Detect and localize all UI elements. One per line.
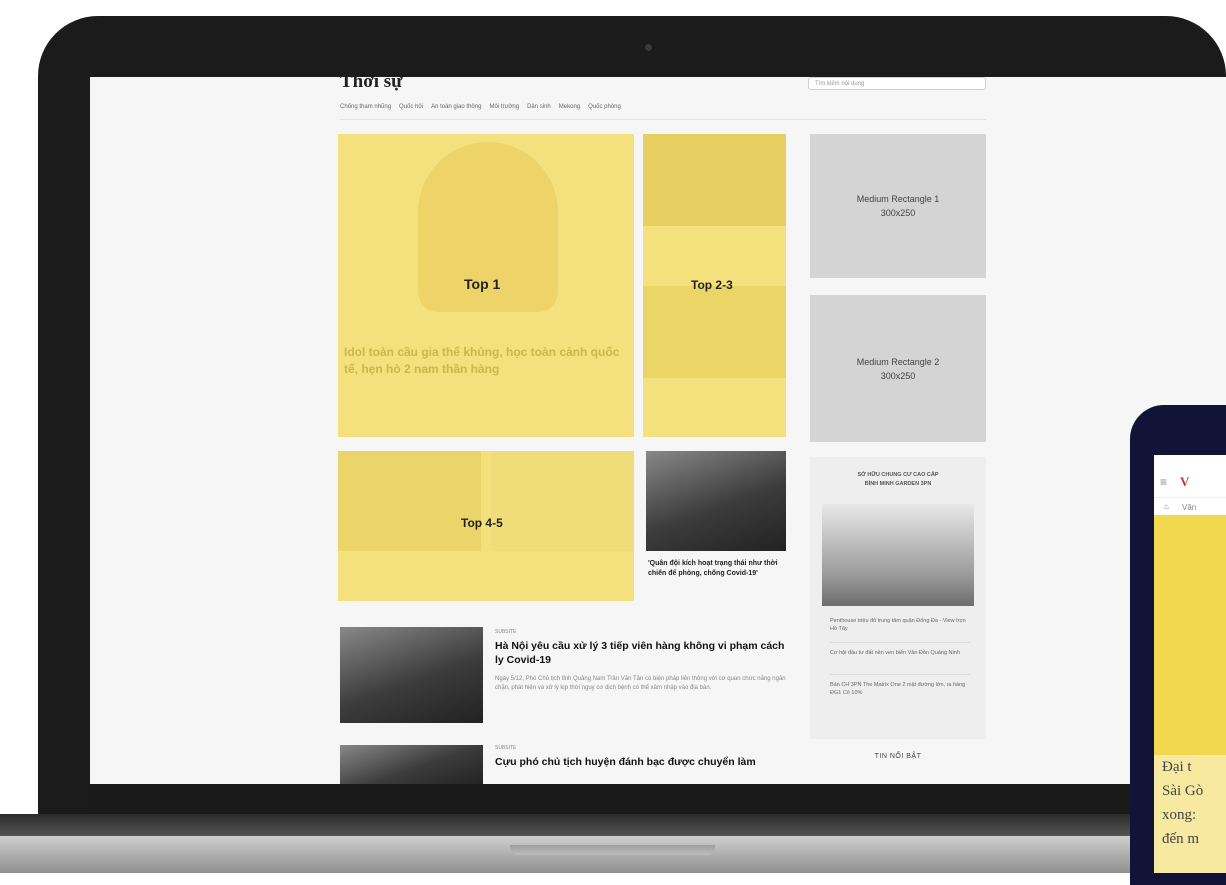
medium-rectangle-1-ad[interactable]: Medium Rectangle 1 300x250: [810, 134, 986, 278]
top45-label: Top 4-5: [461, 516, 503, 530]
top23-label: Top 2-3: [691, 278, 733, 292]
subnav-item[interactable]: Mekong: [559, 104, 580, 110]
medium-rectangle-2-ad[interactable]: Medium Rectangle 2 300x250: [810, 295, 986, 442]
ad-size: 300x250: [880, 370, 916, 381]
ad-link[interactable]: Cơ hội đầu tư đất nền ven biển Vân Đồn Q…: [830, 649, 970, 657]
feature-card-title[interactable]: 'Quân đội kích hoạt trạng thái như thời …: [648, 559, 788, 579]
laptop-hinge: [0, 814, 1226, 836]
top3-image: [643, 286, 786, 378]
ad-title-line: BÌNH MINH GARDEN 3PN: [864, 481, 932, 487]
phone-headline[interactable]: Đại t Sài Gò xong: đến m: [1154, 755, 1226, 873]
phone-screen: ≡ V ⌂ Văn Đại t Sài Gò xong: đến m: [1154, 455, 1226, 873]
ad-link[interactable]: Bán CH 3PN The Matrix One 2 mặt đường lớ…: [830, 681, 970, 697]
top1-label: Top 1: [464, 276, 501, 292]
phone-top-slot[interactable]: [1154, 515, 1226, 755]
home-icon[interactable]: ⌂: [1164, 502, 1169, 511]
news-category: SUBSITE: [495, 745, 517, 751]
top5-image: [491, 451, 634, 551]
subnav-item[interactable]: Môi trường: [489, 104, 519, 110]
hamburger-menu-icon[interactable]: ≡: [1160, 475, 1167, 489]
breadcrumb-label[interactable]: Văn: [1182, 503, 1196, 512]
real-estate-ad-panel[interactable]: SỞ HỮU CHUNG CƯ CAO CẤP BÌNH MINH GARDEN…: [810, 457, 986, 739]
webcam-icon: [645, 44, 652, 51]
news-image: [340, 745, 483, 784]
headline-line: Đại t: [1162, 759, 1192, 775]
ad-label: Medium Rectangle 2: [856, 356, 940, 367]
ad-title-line: SỞ HỮU CHUNG CƯ CAO CẤP: [857, 472, 939, 478]
top45-slot[interactable]: Top 4-5: [338, 451, 634, 601]
divider: [830, 642, 970, 643]
ad-size: 300x250: [880, 208, 916, 218]
search-input[interactable]: Tìm kiếm nội dung: [808, 77, 986, 90]
trending-heading: TIN NỔI BẬT: [874, 753, 922, 760]
headline-line: xong:: [1162, 807, 1197, 823]
category-subnav: Chống tham nhũng Quốc hội An toàn giao t…: [340, 104, 621, 110]
page-title: Thời sự: [340, 77, 403, 92]
ad-panel-title: SỞ HỮU CHUNG CƯ CAO CẤP BÌNH MINH GARDEN…: [810, 471, 986, 489]
headline-line: Sài Gò: [1162, 783, 1204, 799]
breadcrumb: ⌂ Văn: [1154, 497, 1226, 516]
subnav-item[interactable]: Quốc hội: [399, 104, 423, 110]
brand-logo[interactable]: V: [1180, 474, 1189, 490]
ad-link[interactable]: Penthouse triệu đô trung tâm quận Đống Đ…: [830, 617, 970, 633]
news-category: SUBSITE: [495, 629, 517, 635]
news-title[interactable]: Cựu phó chủ tịch huyện đánh bạc được chu…: [495, 755, 805, 769]
subnav-item[interactable]: An toàn giao thông: [431, 104, 481, 110]
top23-slot[interactable]: Top 2-3: [643, 134, 786, 437]
subnav-item[interactable]: Dân sinh: [527, 104, 551, 110]
divider: [340, 119, 986, 120]
headline-line: đến m: [1162, 831, 1200, 847]
screen-bezel: [90, 784, 1226, 814]
top4-image: [338, 451, 481, 551]
subnav-item[interactable]: Quốc phòng: [588, 104, 621, 110]
news-title[interactable]: Hà Nội yêu cầu xử lý 3 tiếp viên hàng kh…: [495, 639, 795, 667]
news-image: [340, 627, 483, 723]
ad-building-image: [822, 504, 974, 606]
subnav-item[interactable]: Chống tham nhũng: [340, 104, 391, 110]
feature-card-image[interactable]: [646, 451, 786, 551]
ad-label: Medium Rectangle 1: [856, 194, 940, 204]
divider: [830, 674, 970, 675]
laptop-notch: [510, 845, 715, 855]
top2-image: [643, 134, 786, 226]
top1-slot[interactable]: Top 1 Idol toàn cầu gia thế khủng, học t…: [338, 134, 634, 437]
laptop-screen: Thời sự Tìm kiếm nội dung Chống tham nhũ…: [90, 77, 1226, 784]
top1-headline: Idol toàn cầu gia thế khủng, học toàn cả…: [344, 345, 620, 376]
news-description: Ngày 5/12, Phó Chủ tịch tỉnh Quảng Nam T…: [495, 676, 786, 691]
